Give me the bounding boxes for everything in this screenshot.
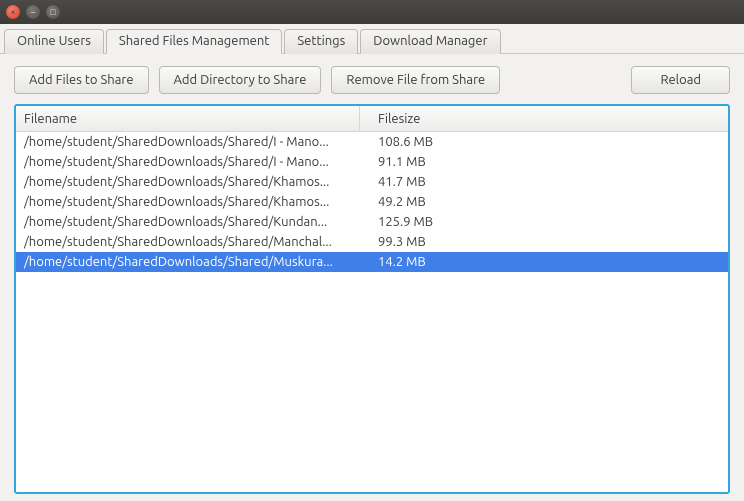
cell-filename: /home/student/SharedDownloads/Shared/Kun… [16,215,360,229]
minimize-icon[interactable]: – [26,5,40,19]
column-header-filename[interactable]: Filename [16,106,360,131]
cell-filename: /home/student/SharedDownloads/Shared/I -… [16,135,360,149]
cell-filename: /home/student/SharedDownloads/Shared/I -… [16,155,360,169]
tab-online-users[interactable]: Online Users [4,29,104,54]
cell-filename: /home/student/SharedDownloads/Shared/Kha… [16,195,360,209]
cell-filesize: 91.1 MB [360,155,728,169]
remove-file-button[interactable]: Remove File from Share [331,66,500,94]
window-content: Online Users Shared Files Management Set… [0,24,744,494]
toolbar: Add Files to Share Add Directory to Shar… [0,54,744,104]
tab-bar: Online Users Shared Files Management Set… [0,24,744,54]
table-row[interactable]: /home/student/SharedDownloads/Shared/Mus… [16,252,728,272]
table-row[interactable]: /home/student/SharedDownloads/Shared/Kha… [16,192,728,212]
shared-files-table: Filename Filesize /home/student/SharedDo… [14,104,730,494]
table-row[interactable]: /home/student/SharedDownloads/Shared/I -… [16,152,728,172]
table-header: Filename Filesize [16,106,728,132]
tab-download-manager[interactable]: Download Manager [360,29,500,54]
maximize-icon[interactable]: □ [46,5,60,19]
add-directory-button[interactable]: Add Directory to Share [159,66,322,94]
close-icon[interactable]: × [6,5,20,19]
titlebar: × – □ [0,0,744,24]
cell-filesize: 99.3 MB [360,235,728,249]
cell-filesize: 41.7 MB [360,175,728,189]
table-row[interactable]: /home/student/SharedDownloads/Shared/Kun… [16,212,728,232]
cell-filename: /home/student/SharedDownloads/Shared/Mus… [16,255,360,269]
table-rows: /home/student/SharedDownloads/Shared/I -… [16,132,728,492]
reload-button[interactable]: Reload [631,66,730,94]
cell-filename: /home/student/SharedDownloads/Shared/Kha… [16,175,360,189]
column-header-filesize[interactable]: Filesize [360,106,728,131]
cell-filesize: 49.2 MB [360,195,728,209]
cell-filesize: 14.2 MB [360,255,728,269]
add-files-button[interactable]: Add Files to Share [14,66,149,94]
tab-shared-files[interactable]: Shared Files Management [106,29,282,54]
cell-filesize: 108.6 MB [360,135,728,149]
tab-settings[interactable]: Settings [284,29,358,54]
cell-filename: /home/student/SharedDownloads/Shared/Man… [16,235,360,249]
cell-filesize: 125.9 MB [360,215,728,229]
table-row[interactable]: /home/student/SharedDownloads/Shared/Kha… [16,172,728,192]
table-row[interactable]: /home/student/SharedDownloads/Shared/I -… [16,132,728,152]
table-row[interactable]: /home/student/SharedDownloads/Shared/Man… [16,232,728,252]
